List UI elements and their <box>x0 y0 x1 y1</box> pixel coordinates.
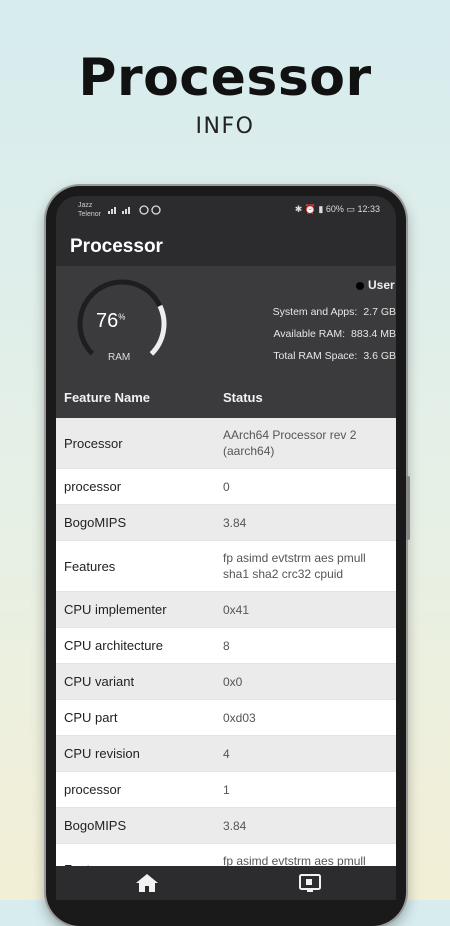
feature-value: AArch64 Processor rev 2 (aarch64) <box>223 428 357 458</box>
feature-name: BogoMIPS <box>64 818 127 833</box>
feature-value: 0xd03 <box>223 710 256 725</box>
hero-title: Processor <box>78 48 372 108</box>
device-info-icon[interactable] <box>298 872 324 894</box>
feature-name: CPU implementer <box>64 602 167 617</box>
status-right: ✱ ⏰ ▮ 60% ▭ 12:33 <box>295 204 380 215</box>
legend-dot <box>356 281 364 290</box>
app-screen: Jazz Telenor ✱ ⏰ ▮ 60% ▭ 12:33 Processor… <box>56 196 396 900</box>
feature-name: processor <box>64 782 122 797</box>
feature-value: 0x0 <box>223 674 243 689</box>
ram-card: 76% RAM User System and Apps: 2.7 GB Avai… <box>56 266 396 376</box>
stat-available-ram: Available RAM: 883.4 MB <box>273 328 396 340</box>
home-icon[interactable] <box>134 872 160 894</box>
feature-name: processor <box>64 479 122 494</box>
table-row: Features fp asimd evtstrm aes pmull sha1… <box>56 541 396 592</box>
stat-system-apps: System and Apps: 2.7 GB <box>272 306 396 318</box>
carrier-line2: Telenor <box>78 211 101 218</box>
feature-name: CPU architecture <box>64 638 163 653</box>
feature-name: CPU revision <box>64 746 140 761</box>
table-row: processor 1 <box>56 772 396 808</box>
ram-percent: 76% <box>96 310 126 332</box>
feature-name: CPU part <box>64 710 118 725</box>
feature-value: 8 <box>223 638 230 653</box>
status-icons: ✱ ⏰ ▮ <box>294 204 324 214</box>
used-legend: User <box>356 278 395 292</box>
col-status: Status <box>223 390 263 405</box>
table-row: CPU implementer 0x41 <box>56 592 396 628</box>
feature-value: 0x41 <box>223 602 250 617</box>
feature-value: 1 <box>223 782 230 797</box>
signal-icon <box>108 205 161 215</box>
battery-icon: ▭ <box>346 204 355 214</box>
side-button <box>406 476 410 540</box>
feature-value: 0 <box>223 479 230 494</box>
feature-value: 3.84 <box>223 818 247 833</box>
app-bar: Processor <box>56 226 396 266</box>
feature-name: Features <box>64 558 116 574</box>
clock: 12:33 <box>357 204 380 214</box>
stat-total-ram: Total RAM Space: 3.6 GB <box>273 350 396 362</box>
bottom-nav <box>56 866 396 900</box>
table-row: BogoMIPS 3.84 <box>56 808 396 844</box>
feature-value: fp asimd evtstrm aes pmull sha1 sha2 crc… <box>223 551 366 581</box>
col-feature-name: Feature Name <box>64 390 150 405</box>
feature-name: CPU variant <box>64 674 135 689</box>
table-row: CPU architecture 8 <box>56 628 396 664</box>
status-bar: Jazz Telenor ✱ ⏰ ▮ 60% ▭ 12:33 <box>56 196 396 226</box>
table-row: CPU part 0xd03 <box>56 700 396 736</box>
hero-subtitle: INFO <box>195 114 255 139</box>
app-title: Processor <box>70 236 163 257</box>
carrier-line1: Jazz <box>78 202 93 209</box>
table-row: Processor AArch64 Processor rev 2 (aarch… <box>56 418 396 469</box>
table-row: CPU revision 4 <box>56 736 396 772</box>
battery-percent: 60% <box>325 204 344 214</box>
feature-table[interactable]: Processor AArch64 Processor rev 2 (aarch… <box>56 418 396 900</box>
table-row: processor 0 <box>56 469 396 505</box>
feature-name: BogoMIPS <box>64 515 127 530</box>
feature-name: Processor <box>64 435 123 451</box>
table-header: Feature Name Status <box>56 376 396 418</box>
table-row: BogoMIPS 3.84 <box>56 505 396 541</box>
signal-icons <box>108 205 168 217</box>
ram-label: RAM <box>108 352 131 363</box>
feature-value: 3.84 <box>223 515 247 530</box>
table-row: CPU variant 0x0 <box>56 664 396 700</box>
feature-value: 4 <box>223 746 230 761</box>
carrier-info: Jazz Telenor <box>78 201 101 219</box>
